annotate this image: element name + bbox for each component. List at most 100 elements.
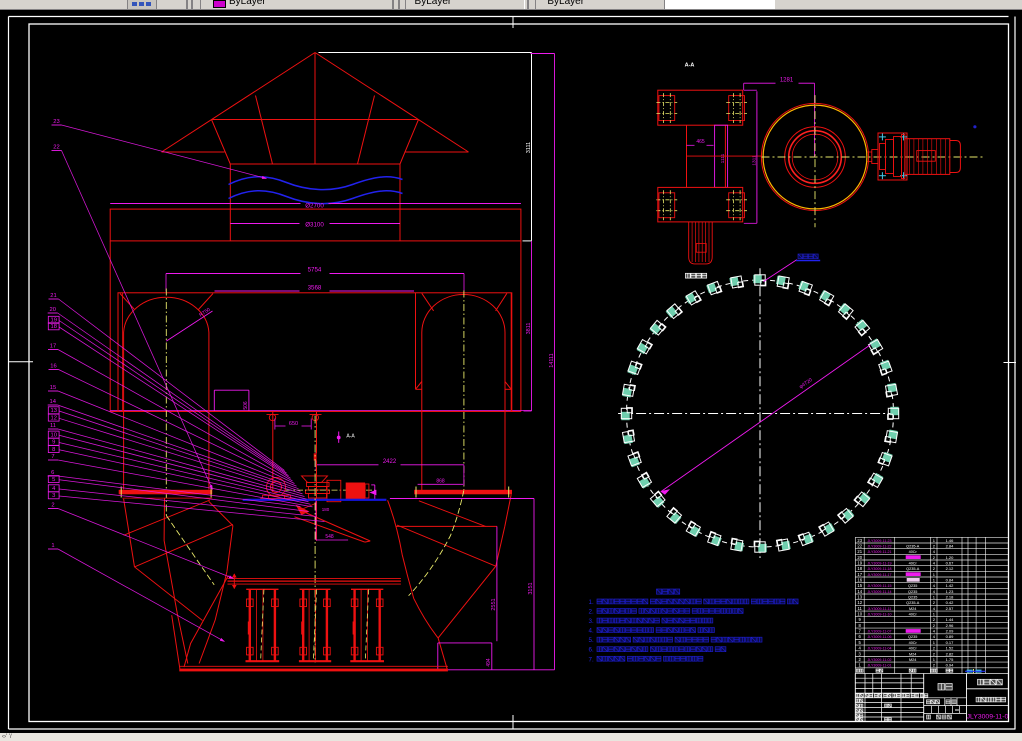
svg-text:JLY3009-11-18: JLY3009-11-18 [867, 567, 891, 571]
svg-text:1: 1 [933, 640, 936, 645]
svg-text:2.18: 2.18 [946, 595, 955, 600]
svg-text:6.: 6. [589, 647, 594, 654]
svg-text:1: 1 [933, 572, 936, 577]
svg-text:2: 2 [933, 600, 936, 605]
svg-text:14: 14 [49, 399, 56, 405]
svg-text:0.17: 0.17 [946, 640, 955, 645]
svg-text:4: 4 [933, 549, 936, 554]
svg-text:15: 15 [50, 385, 56, 391]
svg-text:7: 7 [51, 454, 54, 460]
svg-text:2.82: 2.82 [946, 651, 955, 656]
svg-text:12: 12 [857, 600, 862, 605]
svg-text:3151: 3151 [528, 582, 534, 594]
svg-text:1111: 1111 [720, 153, 726, 163]
svg-text:22: 22 [857, 543, 862, 548]
svg-text:18: 18 [50, 324, 56, 330]
svg-text:3: 3 [52, 493, 55, 499]
svg-text:Ø2700: Ø2700 [305, 203, 324, 210]
svg-text:2.84: 2.84 [946, 543, 955, 548]
svg-text:1281: 1281 [780, 78, 794, 84]
svg-text:494: 494 [486, 658, 492, 667]
svg-text:18: 18 [857, 566, 862, 571]
svg-text:4: 4 [933, 629, 936, 634]
svg-text:Q235: Q235 [908, 635, 917, 639]
svg-text:JLY3009-11-01: JLY3009-11-01 [867, 664, 891, 668]
svg-text:1: 1 [51, 543, 54, 549]
svg-text:13: 13 [857, 595, 862, 600]
svg-text:2: 2 [933, 617, 936, 622]
svg-text:16: 16 [857, 578, 862, 583]
svg-text:23: 23 [53, 119, 59, 125]
svg-text:JLY3009-11-04: JLY3009-11-04 [867, 647, 891, 651]
svg-text:2: 2 [859, 657, 862, 662]
svg-text:JLY3009-11-14: JLY3009-11-14 [867, 590, 891, 594]
svg-text:8: 8 [859, 623, 862, 628]
svg-text:5: 5 [859, 640, 862, 645]
svg-text:16: 16 [50, 364, 56, 370]
svg-text:4: 4 [933, 583, 936, 588]
svg-text:15: 15 [857, 583, 862, 588]
svg-text:1.75: 1.75 [946, 657, 955, 662]
svg-text:20: 20 [49, 307, 55, 313]
svg-text:JLY3009-11-19: JLY3009-11-19 [867, 562, 891, 566]
svg-text:4: 4 [52, 486, 56, 492]
svg-text:JLY3009-11-07: JLY3009-11-07 [867, 630, 891, 634]
svg-text:3811: 3811 [526, 323, 532, 335]
svg-text:40Cr: 40Cr [909, 613, 918, 617]
svg-text:0.84: 0.84 [946, 578, 955, 583]
svg-text:Q235: Q235 [908, 596, 917, 600]
svg-text:Q235-A: Q235-A [906, 544, 920, 548]
svg-text:4: 4 [933, 561, 936, 566]
svg-text:6: 6 [859, 634, 862, 639]
svg-text:1.42: 1.42 [946, 583, 955, 588]
svg-text:0.94: 0.94 [946, 663, 955, 668]
svg-text:9: 9 [859, 617, 862, 622]
svg-text:1: 1 [933, 657, 936, 662]
svg-text:23: 23 [857, 538, 862, 543]
svg-text:2.57: 2.57 [946, 606, 955, 611]
svg-text:21: 21 [50, 293, 56, 299]
svg-text:40Cr: 40Cr [909, 641, 918, 645]
svg-text:1.52: 1.52 [946, 646, 955, 651]
svg-text:3: 3 [859, 651, 862, 656]
svg-text:868: 868 [436, 479, 445, 485]
svg-text:2551: 2551 [491, 598, 497, 610]
svg-text:1: 1 [933, 595, 936, 600]
svg-text:Q235: Q235 [908, 590, 917, 594]
svg-text:2: 2 [933, 663, 936, 668]
svg-text:3111: 3111 [526, 142, 532, 153]
svg-text:2.09: 2.09 [946, 629, 955, 634]
svg-text:40Cr: 40Cr [909, 550, 918, 554]
svg-text:Q235: Q235 [908, 584, 917, 588]
svg-text:13: 13 [50, 408, 56, 414]
svg-text:Ø3100: Ø3100 [305, 222, 324, 229]
svg-text:14111: 14111 [549, 353, 555, 367]
svg-text:JLY3009-11-0: JLY3009-11-0 [967, 713, 1009, 720]
svg-text:7.: 7. [589, 656, 594, 663]
svg-text:14: 14 [857, 589, 862, 594]
svg-text:A-A: A-A [346, 434, 355, 440]
svg-text:A-A: A-A [685, 63, 695, 69]
svg-text:Q235-A: Q235-A [906, 601, 920, 605]
svg-text:0.67: 0.67 [946, 561, 955, 566]
svg-text:M24: M24 [909, 607, 916, 611]
svg-text:2.: 2. [589, 609, 594, 616]
svg-text:1.20: 1.20 [946, 555, 955, 560]
svg-text:0.89: 0.89 [946, 634, 955, 639]
svg-text:548: 548 [325, 534, 334, 540]
svg-text:1: 1 [859, 663, 862, 668]
svg-text:1311: 1311 [751, 155, 757, 166]
svg-text:2: 2 [933, 646, 936, 651]
svg-text:2: 2 [933, 566, 936, 571]
svg-text:5.: 5. [589, 637, 594, 644]
svg-text:5: 5 [52, 477, 55, 483]
svg-text:11: 11 [858, 606, 863, 611]
svg-text:9: 9 [52, 440, 55, 446]
svg-text:17: 17 [857, 572, 862, 577]
svg-text:17: 17 [50, 344, 56, 350]
svg-text:1: 1 [933, 612, 936, 617]
svg-text:JLY3009-11-21: JLY3009-11-21 [867, 550, 891, 554]
svg-text:1.44: 1.44 [946, 617, 955, 622]
svg-text:11: 11 [50, 423, 56, 429]
svg-text:4: 4 [933, 634, 936, 639]
